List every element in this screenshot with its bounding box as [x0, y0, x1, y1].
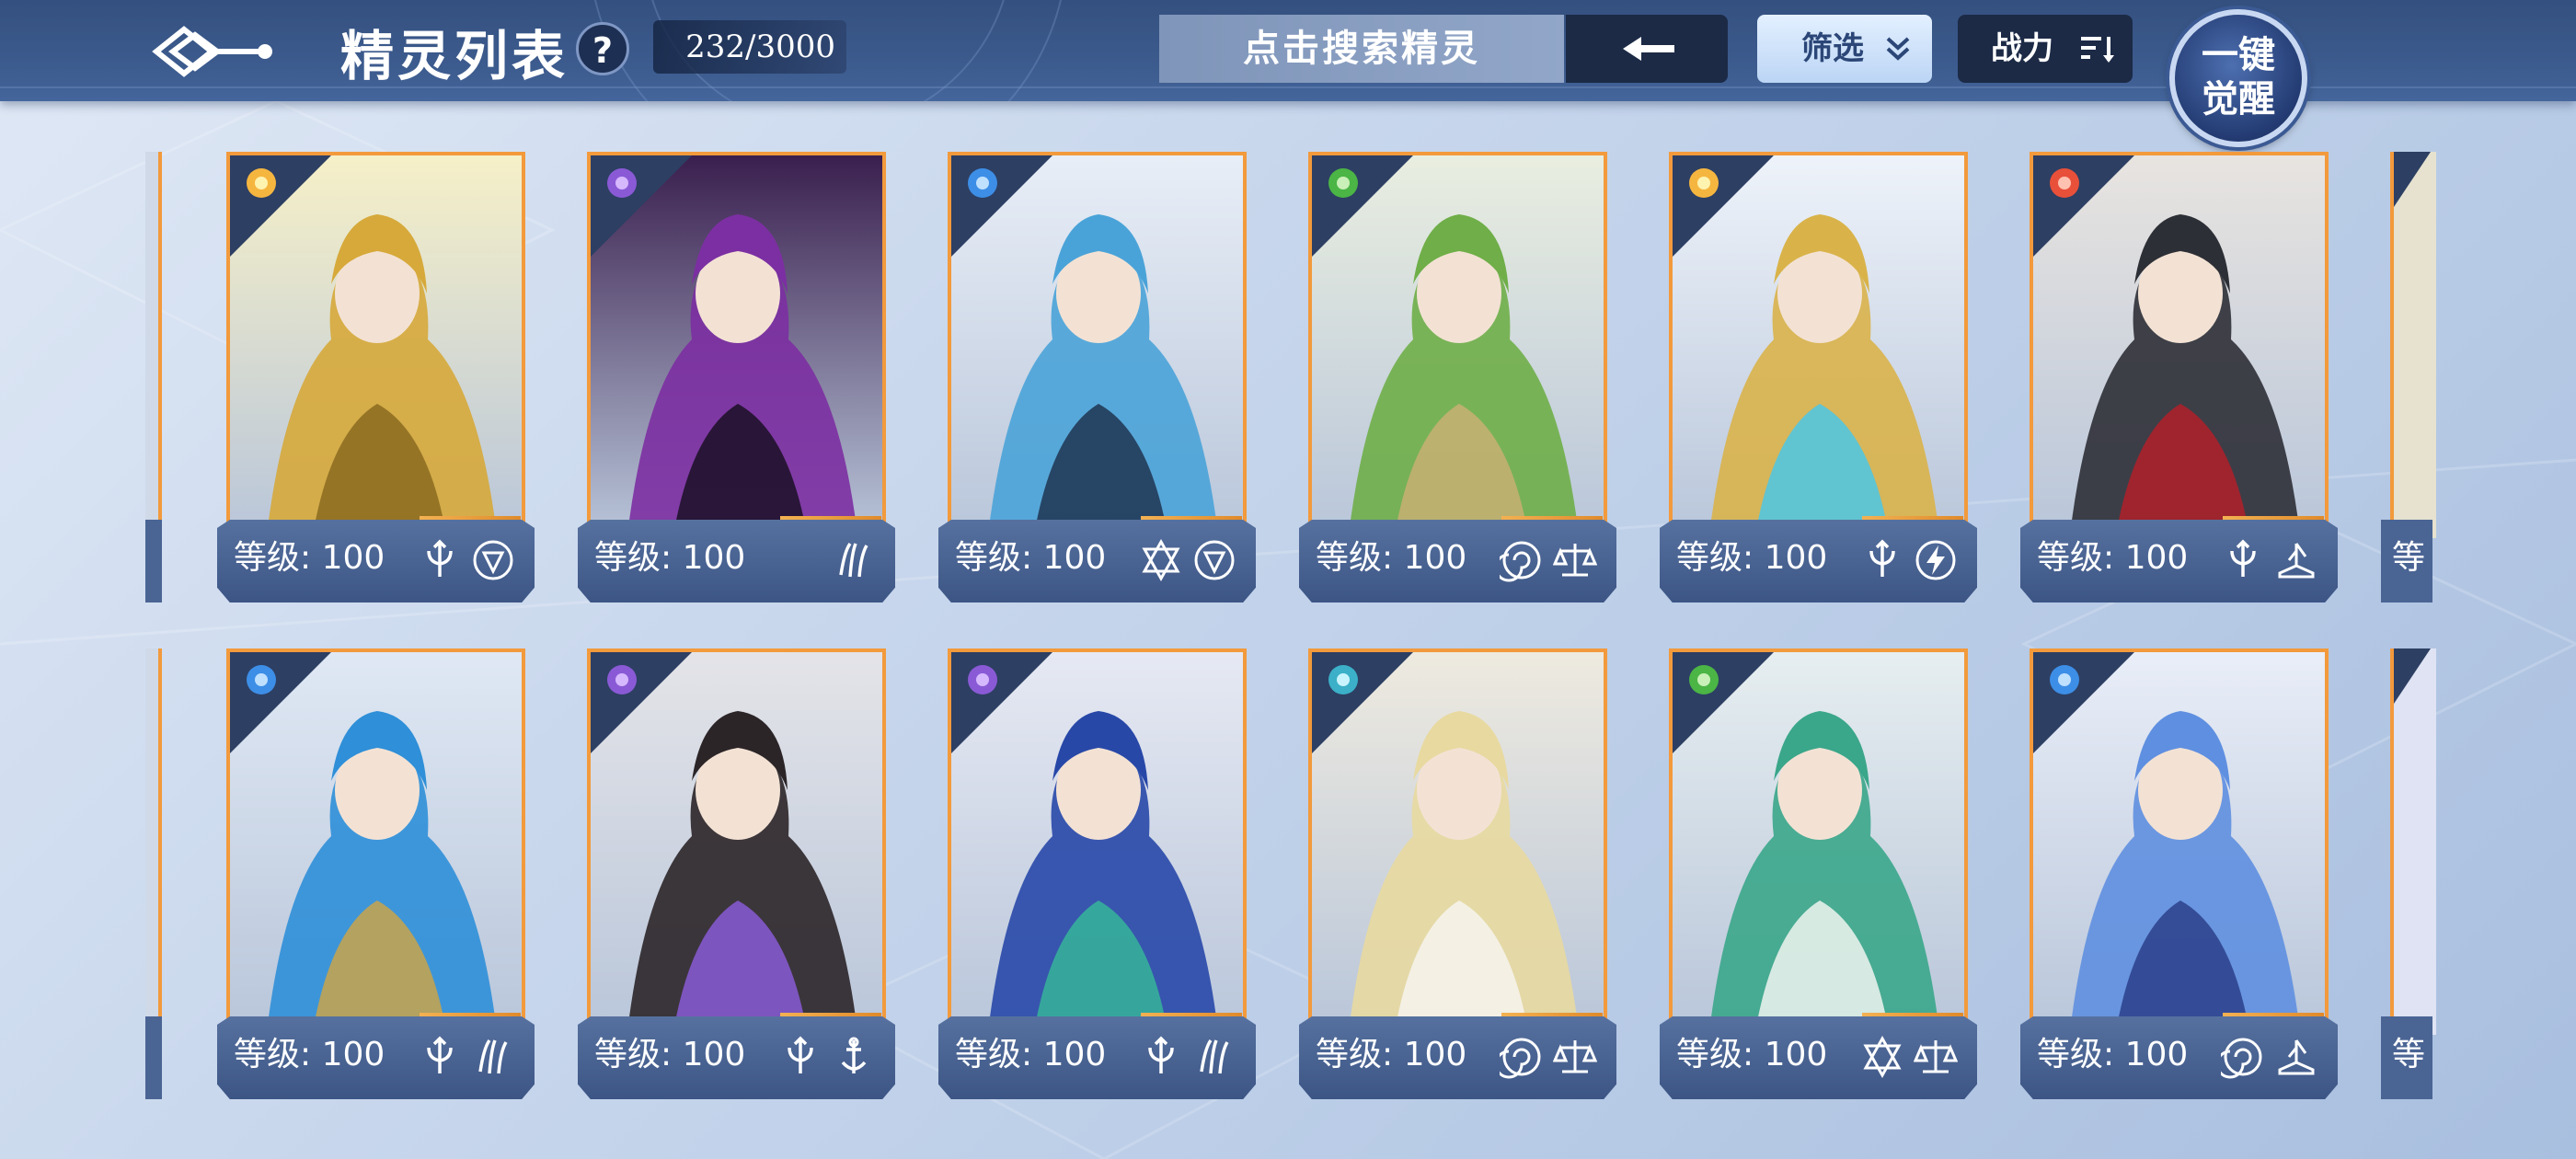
level-label: 等级: 100: [594, 1036, 746, 1073]
card-portrait-frame: [1669, 648, 1968, 1035]
partial-card-right-row1[interactable]: 等: [2381, 152, 2436, 602]
spirit-card[interactable]: 等级: 100: [217, 152, 535, 602]
scale-icon: [1553, 1040, 1597, 1073]
level-label: 等级: 100: [234, 1036, 385, 1073]
claw-icon: [478, 1039, 508, 1074]
double-chevron-down-icon: [1886, 37, 1910, 61]
shield-icon: [1194, 540, 1235, 580]
search-input[interactable]: 点击搜索精灵: [1159, 15, 1564, 83]
card-portrait-frame: [2030, 648, 2329, 1035]
trident-icon: [427, 539, 453, 577]
spiral-icon: [1500, 541, 1541, 582]
left-arrow-icon: [1623, 37, 1674, 61]
scale-icon: [1914, 1040, 1958, 1073]
shield-icon: [473, 540, 513, 580]
filter-button[interactable]: 筛选: [1757, 15, 1932, 83]
card-portrait-frame: [226, 152, 525, 538]
spirit-card[interactable]: 等级: 100: [578, 152, 895, 602]
awaken-label-line1: 一键: [2202, 33, 2275, 76]
dark-element-icon: [968, 665, 997, 694]
dark-element-icon: [607, 665, 637, 694]
search-clear-button[interactable]: [1566, 15, 1728, 83]
level-label: 等级: 100: [1316, 1036, 1467, 1073]
card-portrait-frame: [948, 152, 1247, 538]
fire-element-icon: [2050, 168, 2079, 198]
spirit-card[interactable]: 等级: 100: [1299, 152, 1616, 602]
partial-level-text: 等: [2392, 539, 2426, 577]
lightning-icon: [1915, 540, 1956, 580]
card-portrait-frame: [587, 648, 886, 1035]
level-label: 等级: 100: [1676, 1036, 1828, 1073]
water-element-icon: [2050, 665, 2079, 694]
ice-element-icon: [1328, 665, 1358, 694]
level-label: 等级: 100: [955, 539, 1107, 577]
power-label: 战力: [1991, 30, 2053, 67]
book-icon: [2278, 543, 2315, 579]
trident-icon: [2230, 539, 2256, 577]
level-label: 等级: 100: [2037, 539, 2189, 577]
water-element-icon: [247, 665, 276, 694]
trident-icon: [788, 1036, 813, 1073]
grass-element-icon: [1689, 665, 1719, 694]
spirit-count: 232/3000: [653, 20, 846, 74]
trident-icon: [427, 1036, 453, 1073]
level-label: 等级: 100: [1676, 539, 1828, 577]
level-label: 等级: 100: [594, 539, 746, 577]
level-label: 等级: 100: [234, 539, 385, 577]
card-portrait-frame: [1308, 152, 1607, 538]
spiral-icon: [1500, 1038, 1541, 1079]
light-element-icon: [247, 168, 276, 198]
sort-power-button[interactable]: 战力: [1958, 15, 2133, 83]
trident-icon: [1869, 539, 1895, 577]
partial-card-left-row1[interactable]: [145, 152, 173, 602]
spirit-card[interactable]: 等级: 100: [1660, 152, 1977, 602]
partial-card-right-row2[interactable]: 等: [2381, 648, 2436, 1099]
sort-descending-icon: [2081, 37, 2114, 63]
spirit-card[interactable]: 等级: 100: [938, 152, 1256, 602]
claw-icon: [839, 542, 868, 578]
page-title: 精灵列表: [340, 25, 569, 87]
help-button[interactable]: ?: [576, 22, 629, 75]
trident-icon: [1148, 1036, 1174, 1073]
hexagram-icon: [1863, 1035, 1902, 1079]
light-element-icon: [1689, 168, 1719, 198]
spirit-card[interactable]: 等级: 100: [938, 648, 1256, 1099]
card-portrait-frame: [226, 648, 525, 1035]
one-click-awaken-button[interactable]: 一键 觉醒: [2169, 9, 2307, 147]
card-portrait-frame: [587, 152, 886, 538]
claw-icon: [1200, 1039, 1229, 1074]
spirit-card[interactable]: 等级: 100: [1299, 648, 1616, 1099]
partial-level-text: 等: [2392, 1036, 2426, 1073]
dark-element-icon: [607, 168, 637, 198]
filter-label: 筛选: [1801, 30, 1864, 67]
scale-icon: [1553, 544, 1597, 577]
level-label: 等级: 100: [2037, 1036, 2189, 1073]
back-button[interactable]: [147, 17, 276, 86]
grass-element-icon: [1328, 168, 1358, 198]
card-portrait-frame: [1669, 152, 1968, 538]
hexagram-icon: [1142, 538, 1180, 582]
spirit-card[interactable]: 等级: 100: [2020, 648, 2338, 1099]
level-label: 等级: 100: [1316, 539, 1467, 577]
card-portrait-frame: [1308, 648, 1607, 1035]
anchor-icon: [841, 1037, 867, 1073]
spirit-card[interactable]: 等级: 100: [217, 648, 535, 1099]
spiral-icon: [2221, 1038, 2262, 1079]
spirit-card[interactable]: 等级: 100: [1660, 648, 1977, 1099]
spirit-card[interactable]: 等级: 100: [578, 648, 895, 1099]
level-label: 等级: 100: [955, 1036, 1107, 1073]
partial-card-left-row2[interactable]: [145, 648, 173, 1099]
awaken-label-line2: 觉醒: [2202, 77, 2275, 120]
back-arrow-icon: [152, 26, 272, 77]
card-portrait-frame: [948, 648, 1247, 1035]
card-portrait-frame: [2030, 152, 2329, 538]
spirit-card[interactable]: 等级: 100: [2020, 152, 2338, 602]
water-element-icon: [968, 168, 997, 198]
book-icon: [2278, 1039, 2315, 1075]
